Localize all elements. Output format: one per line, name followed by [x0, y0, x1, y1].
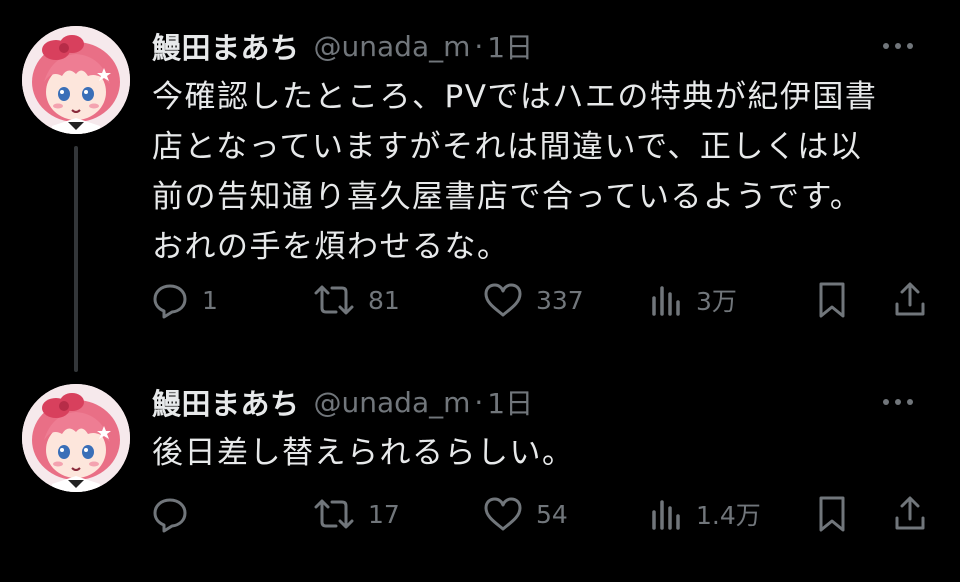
views-count: 1.4万 [696, 501, 761, 530]
reply-bubble-icon [153, 498, 187, 533]
tweet-actions: 17 54 1.4万 [150, 492, 938, 536]
bookmark-button[interactable] [814, 278, 850, 322]
user-handle[interactable]: @unada_m [314, 30, 471, 63]
reply-button[interactable]: 1 [150, 278, 218, 322]
bookmark-icon [819, 496, 845, 532]
tweet-text: 今確認したところ、PVではハエの特典が紀伊国書 店となっていますがそれは間違いで… [152, 79, 878, 265]
share-button[interactable] [892, 278, 928, 322]
views-button[interactable]: 3万 [648, 278, 737, 322]
like-count: 337 [536, 285, 584, 315]
retweet-arrows-icon [314, 499, 354, 529]
share-upload-icon [895, 496, 925, 530]
separator-dot: · [474, 29, 484, 63]
avatar-image [22, 384, 130, 492]
timestamp[interactable]: 1日 [487, 26, 533, 66]
share-button[interactable] [892, 492, 928, 536]
tweet-header: 鰻田まあち @unada_m · 1日 [152, 26, 940, 66]
reply-button[interactable] [150, 492, 202, 536]
bar-chart-icon [652, 286, 680, 316]
thread-connector-line [74, 146, 78, 372]
avatar[interactable] [22, 384, 130, 492]
retweet-button[interactable]: 17 [312, 492, 400, 536]
retweet-count: 81 [368, 285, 400, 315]
share-upload-icon [895, 282, 925, 316]
separator-dot: · [474, 385, 484, 419]
tweet-actions: 1 81 337 3万 [150, 278, 938, 322]
heart-icon [484, 497, 522, 531]
tweet-text: 後日差し替えられるらしい。 [152, 435, 575, 471]
views-button[interactable]: 1.4万 [648, 492, 761, 536]
more-horizontal-icon[interactable] [878, 390, 918, 414]
user-handle[interactable]: @unada_m [314, 386, 471, 419]
tweet-header: 鰻田まあち @unada_m · 1日 [152, 382, 940, 422]
views-count: 3万 [696, 287, 737, 316]
display-name[interactable]: 鰻田まあち [152, 381, 300, 423]
heart-icon [484, 283, 522, 317]
like-button[interactable]: 54 [482, 492, 568, 536]
like-count: 54 [536, 499, 568, 529]
timestamp[interactable]: 1日 [487, 382, 533, 422]
avatar-image [22, 26, 130, 134]
more-horizontal-icon[interactable] [878, 34, 918, 58]
tweet-1[interactable]: 鰻田まあち @unada_m · 1日 今確認したところ、PVではハエの特典が紀… [0, 0, 960, 360]
bookmark-button[interactable] [814, 492, 850, 536]
avatar[interactable] [22, 26, 130, 134]
bar-chart-icon [652, 500, 680, 530]
reply-bubble-icon [153, 284, 187, 319]
tweet-2[interactable]: 鰻田まあち @unada_m · 1日 後日差し替えられるらしい。 17 54 … [0, 370, 960, 582]
retweet-count: 17 [368, 499, 400, 529]
like-button[interactable]: 337 [482, 278, 584, 322]
retweet-arrows-icon [314, 285, 354, 315]
reply-count: 1 [202, 285, 218, 315]
retweet-button[interactable]: 81 [312, 278, 400, 322]
display-name[interactable]: 鰻田まあち [152, 25, 300, 67]
bookmark-icon [819, 282, 845, 318]
